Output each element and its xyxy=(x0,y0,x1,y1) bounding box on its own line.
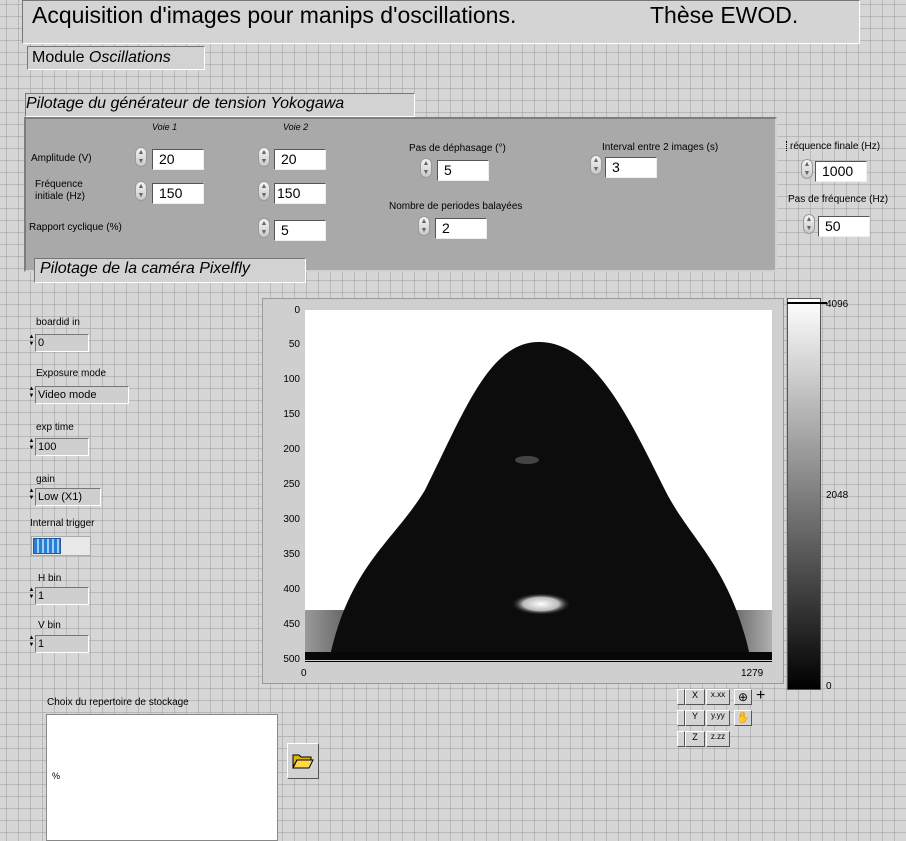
y-autoscale-button[interactable]: Y xyxy=(685,710,705,726)
y-tick-300: 300 xyxy=(283,514,300,525)
interval-spinner[interactable]: ▲ ▼ xyxy=(590,155,602,175)
y-format-button[interactable]: y.yy xyxy=(706,710,730,726)
hbin-input[interactable]: 1 xyxy=(35,587,89,605)
duty-cycle-label: Rapport cyclique (%) xyxy=(29,222,122,233)
folder-open-icon xyxy=(292,754,314,769)
boardid-spinner[interactable]: ▲ ▼ xyxy=(28,334,35,349)
scale-max-label: 4096 xyxy=(826,299,849,310)
vbin-spinner[interactable]: ▲ ▼ xyxy=(28,635,35,650)
hbin-spinner[interactable]: ▲ ▼ xyxy=(28,587,35,602)
droplet-image[interactable] xyxy=(305,310,772,660)
amplitude-v1-input[interactable]: 20 xyxy=(152,149,204,170)
x-tick-max: 1279 xyxy=(741,668,764,679)
z-format-button[interactable]: z.zz xyxy=(706,731,730,747)
cursor-plus-icon[interactable]: + xyxy=(756,687,765,705)
exp-time-label: exp time xyxy=(36,422,74,433)
y-tick-0: 0 xyxy=(294,305,300,316)
header-title: Acquisition d'images pour manips d'oscil… xyxy=(32,2,517,28)
browse-folder-button[interactable] xyxy=(287,743,319,779)
vbin-label: V bin xyxy=(38,620,61,631)
graph-palette: X x.xx ⊕ + Y y.yy ✋ Z z.zz xyxy=(677,687,785,757)
y-tick-100: 100 xyxy=(283,374,300,385)
boardid-input[interactable]: 0 xyxy=(35,334,89,352)
exp-time-input[interactable]: 100 xyxy=(35,438,89,456)
amplitude-v2-input[interactable]: 20 xyxy=(274,149,326,170)
y-tick-500: 500 xyxy=(283,654,300,665)
exposure-mode-label: Exposure mode xyxy=(36,368,107,379)
internal-trigger-label: Internal trigger xyxy=(30,518,95,529)
duty-cycle-spinner[interactable]: ▲ ▼ xyxy=(258,218,270,238)
frequency-label-line1: Fréquence xyxy=(35,179,83,190)
frequency-v2-spinner[interactable]: ▲ ▼ xyxy=(258,181,270,201)
duty-cycle-input[interactable]: 5 xyxy=(274,220,326,241)
toggle-slider xyxy=(33,538,61,554)
frequency-label-line2: initiale (Hz) xyxy=(35,191,86,202)
generator-title: Pilotage du générateur de tension Yokoga… xyxy=(26,95,345,112)
final-frequency-label: réquence finale (Hz) xyxy=(786,141,880,152)
final-frequency-input[interactable]: 1000 xyxy=(815,161,867,182)
voie2-label: Voie 2 xyxy=(283,122,309,132)
z-scale-lock-button[interactable] xyxy=(677,731,685,747)
x-format-button[interactable]: x.xx xyxy=(706,689,730,705)
x-axis-line xyxy=(305,661,772,662)
y-tick-50: 50 xyxy=(288,339,300,350)
frequency-step-input[interactable]: 50 xyxy=(818,216,870,237)
scale-mid-label: 2048 xyxy=(826,490,849,501)
frequency-step-spinner[interactable]: ▲ ▼ xyxy=(803,214,815,234)
y-axis-ticks: 0 50 100 150 200 250 300 350 400 450 500 xyxy=(270,305,306,665)
y-tick-200: 200 xyxy=(283,444,300,455)
amplitude-v2-spinner[interactable]: ▲ ▼ xyxy=(258,147,270,167)
scale-min-label: 0 xyxy=(826,681,832,692)
header-thesis: Thèse EWOD. xyxy=(650,2,799,28)
z-autoscale-button[interactable]: Z xyxy=(685,731,705,747)
y-scale-lock-button[interactable] xyxy=(677,710,685,726)
x-tick-min: 0 xyxy=(301,668,307,679)
final-frequency-spinner[interactable]: ▲ ▼ xyxy=(801,159,813,179)
hbin-label: H bin xyxy=(38,573,62,584)
vbin-input[interactable]: 1 xyxy=(35,635,89,653)
y-tick-450: 450 xyxy=(283,619,300,630)
periods-spinner[interactable]: ▲ ▼ xyxy=(418,216,430,236)
phase-step-spinner[interactable]: ▲ ▼ xyxy=(420,158,432,178)
amplitude-label: Amplitude (V) xyxy=(31,153,92,164)
path-cursor-icon: % xyxy=(52,771,61,781)
frequency-v1-input[interactable]: 150 xyxy=(152,183,204,204)
gain-select[interactable]: Low (X1) xyxy=(35,488,101,506)
x-autoscale-button[interactable]: X xyxy=(685,689,705,705)
frequency-step-label: Pas de fréquence (Hz) xyxy=(788,194,889,205)
storage-path-field[interactable]: % xyxy=(46,714,278,841)
frequency-v2-input[interactable]: 150 xyxy=(274,183,326,204)
exposure-mode-spinner[interactable]: ▲ ▼ xyxy=(28,386,35,401)
amplitude-v1-spinner[interactable]: ▲ ▼ xyxy=(135,147,147,167)
hand-pan-icon[interactable]: ✋ xyxy=(734,710,752,726)
module-label: Module Oscillations xyxy=(32,49,171,66)
phase-step-input[interactable]: 5 xyxy=(437,160,489,181)
periods-label: Nombre de periodes balayées xyxy=(389,201,523,212)
x-scale-lock-button[interactable] xyxy=(677,689,685,705)
color-ramp[interactable] xyxy=(787,298,821,690)
y-tick-400: 400 xyxy=(283,584,300,595)
y-tick-350: 350 xyxy=(283,549,300,560)
gain-spinner[interactable]: ▲ ▼ xyxy=(28,488,35,503)
voie1-label: Voie 1 xyxy=(152,122,178,132)
y-tick-250: 250 xyxy=(283,479,300,490)
zoom-icon[interactable]: ⊕ xyxy=(734,689,752,705)
exposure-mode-select[interactable]: Video mode xyxy=(35,386,129,404)
gain-label: gain xyxy=(36,474,55,485)
internal-trigger-toggle[interactable] xyxy=(31,536,91,556)
storage-label: Choix du repertoire de stockage xyxy=(47,697,189,708)
exp-time-spinner[interactable]: ▲ ▼ xyxy=(28,438,35,453)
periods-input[interactable]: 2 xyxy=(435,218,487,239)
phase-step-label: Pas de déphasage (°) xyxy=(409,143,506,154)
camera-title: Pilotage de la caméra Pixelfly xyxy=(40,260,250,277)
color-ramp-max-marker[interactable] xyxy=(787,302,827,304)
frequency-v1-spinner[interactable]: ▲ ▼ xyxy=(135,181,147,201)
interval-input[interactable]: 3 xyxy=(605,157,657,178)
y-tick-150: 150 xyxy=(283,409,300,420)
boardid-label: boardid in xyxy=(36,317,80,328)
interval-label: Interval entre 2 images (s) xyxy=(602,142,719,153)
